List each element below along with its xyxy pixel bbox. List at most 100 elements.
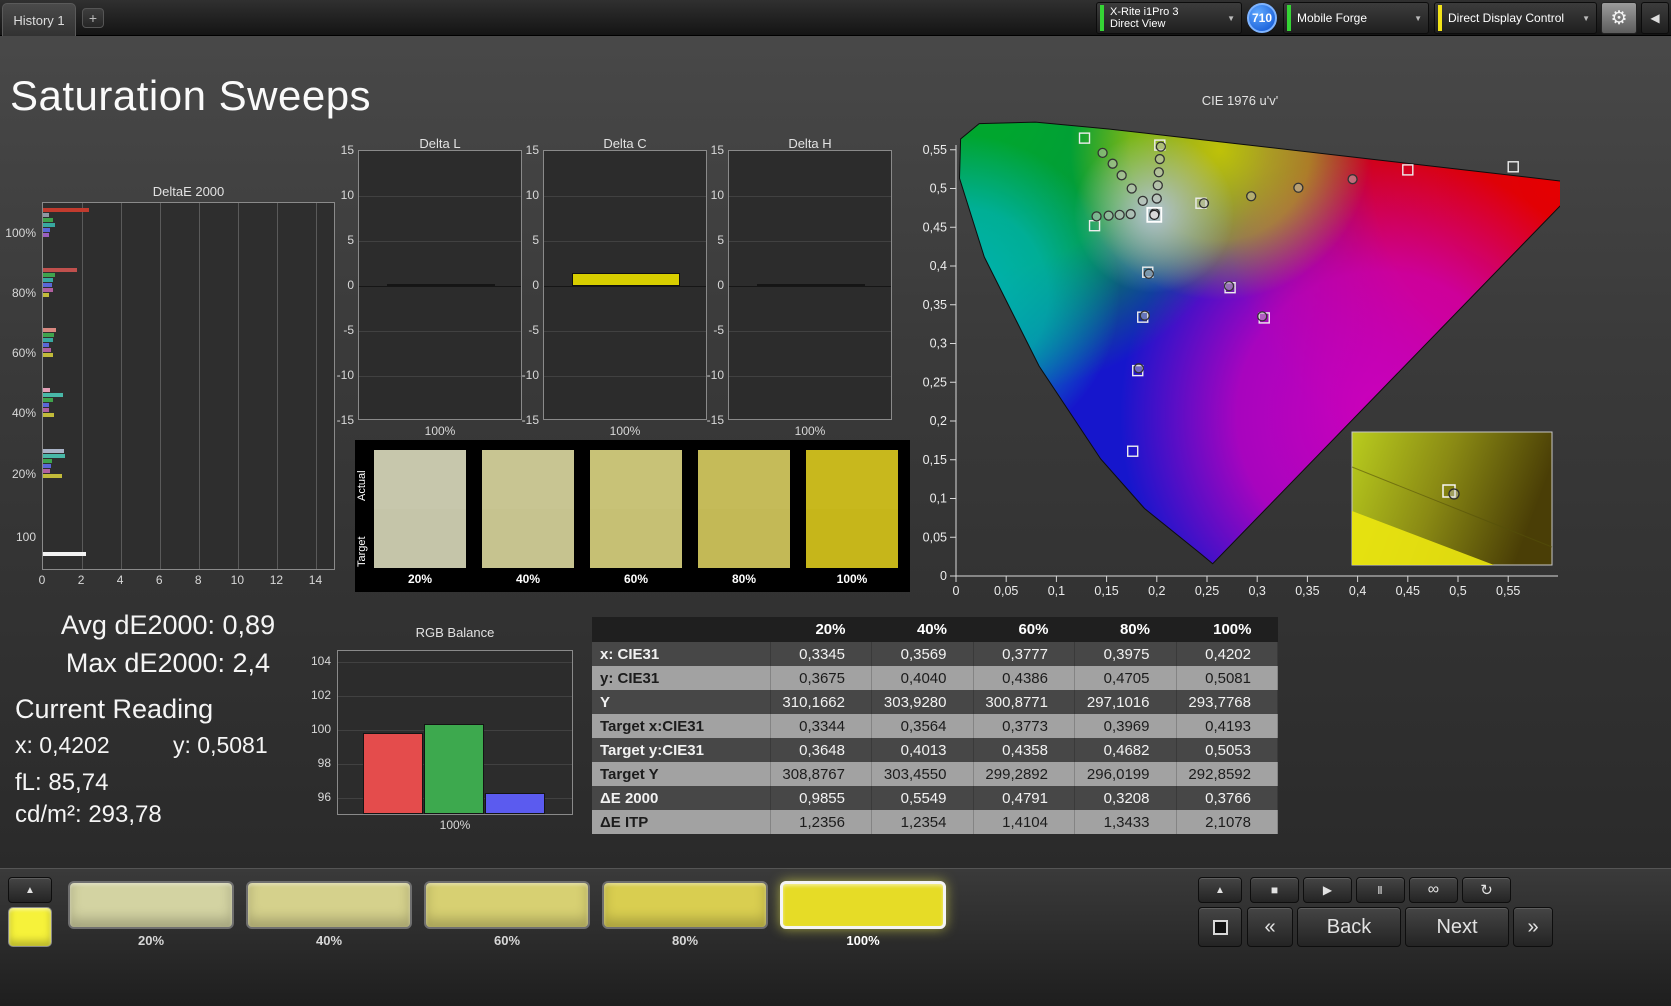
table-row: ΔE 2000 0,9855 0,5549 0,4791 0,3208 0,3766 — [592, 786, 1278, 810]
source-status-indicator — [1287, 5, 1291, 31]
svg-text:0,5: 0,5 — [930, 182, 947, 196]
de-bar — [43, 408, 49, 412]
collapse-panel-button[interactable]: ◀ — [1641, 2, 1669, 34]
de-bar — [43, 393, 63, 397]
pattern-level-100%-button[interactable] — [780, 881, 946, 929]
row-label: ΔE ITP — [592, 810, 771, 834]
current-reading-heading: Current Reading — [15, 694, 214, 724]
avg-de2000: Avg dE2000: 0,89 — [60, 610, 276, 640]
measured-circle — [1246, 191, 1257, 202]
measured-circle — [1155, 141, 1166, 152]
de-bar — [43, 398, 53, 402]
meter-count-badge[interactable]: 710 — [1247, 3, 1277, 33]
svg-text:0,25: 0,25 — [923, 375, 947, 389]
bottom-control-bar: ▲ 20% 40% 60% 80% 100% ▲ ■ ▶ Ⅱ ∞ ↻ « Back — [0, 868, 1671, 1006]
measured-circle — [1103, 210, 1114, 221]
svg-text:0,45: 0,45 — [923, 220, 947, 234]
row-label: Y — [592, 690, 771, 714]
display-control-dropdown[interactable]: Direct Display Control ▼ — [1434, 2, 1597, 34]
pattern-level-80%-button[interactable] — [602, 881, 768, 929]
chart-title: Delta L — [419, 136, 461, 151]
refresh-button[interactable]: ↻ — [1462, 877, 1511, 903]
rgb-bar-red — [363, 733, 423, 814]
next-button[interactable]: Next — [1405, 907, 1509, 947]
double-chevron-right-icon: » — [1527, 915, 1539, 938]
table-cell: 299,2892 — [973, 762, 1075, 786]
svg-text:0,05: 0,05 — [994, 584, 1018, 598]
table-cell: 0,5549 — [871, 786, 974, 810]
swatch-100% — [806, 450, 898, 568]
measured-circle — [1126, 183, 1137, 194]
swatch-20% — [374, 450, 466, 568]
svg-text:0,15: 0,15 — [923, 453, 947, 467]
delta-l-chart: Delta L 15 10 5 0 -5 -10 -15 100% — [337, 136, 522, 438]
measured-circle — [1143, 268, 1154, 279]
svg-text:0,4: 0,4 — [1349, 584, 1366, 598]
deltae2000-y-axis: 100% 80% 60% 40% 20% 100 — [5, 226, 36, 544]
x-axis-label: 100% — [794, 424, 826, 438]
stop-button[interactable]: ■ — [1250, 877, 1299, 903]
de-bar — [43, 273, 55, 277]
pattern-window-button[interactable] — [1198, 907, 1242, 947]
measured-circle — [1347, 174, 1358, 185]
window-icon — [1212, 919, 1228, 935]
meter-mode: Direct View — [1110, 18, 1166, 30]
table-cell: 0,3648 — [770, 738, 872, 762]
pattern-level-40%-button[interactable] — [246, 881, 412, 929]
table-cell: 303,9280 — [871, 690, 974, 714]
row-label: y: CIE31 — [592, 666, 771, 690]
de-bar — [43, 208, 89, 212]
up-arrow-icon: ▲ — [1215, 884, 1225, 896]
table-cell: 0,4040 — [871, 666, 974, 690]
last-page-button[interactable]: » — [1513, 907, 1553, 947]
play-button[interactable]: ▶ — [1303, 877, 1352, 903]
chevron-down-icon: ▼ — [1227, 13, 1235, 23]
meter-controls-up-button[interactable]: ▲ — [1198, 877, 1242, 903]
swatch-80% — [698, 450, 790, 568]
meter-labels: X-Rite i1Pro 3 Direct View — [1110, 6, 1221, 30]
continuous-measure-button[interactable]: ∞ — [1409, 877, 1458, 903]
table-cell: 0,3766 — [1176, 786, 1278, 810]
back-button[interactable]: Back — [1297, 907, 1401, 947]
swatch-60% — [590, 450, 682, 568]
rgb-bar-green — [424, 724, 484, 814]
table-cell: 308,8767 — [770, 762, 872, 786]
settings-button[interactable]: ⚙ — [1601, 2, 1637, 34]
plot-area — [358, 150, 522, 420]
svg-text:0,35: 0,35 — [1295, 584, 1319, 598]
first-page-button[interactable]: « — [1247, 907, 1293, 947]
inset-measured-circle — [1448, 488, 1460, 500]
chart-title: Delta C — [603, 136, 647, 151]
svg-text:0,55: 0,55 — [1496, 584, 1520, 598]
rgb-balance-chart — [337, 650, 573, 815]
svg-text:0,25: 0,25 — [1195, 584, 1219, 598]
current-fl: fL: 85,74 — [15, 769, 109, 796]
swatch-actual — [590, 450, 682, 509]
table-cell: 0,3345 — [770, 642, 872, 666]
svg-text:0,05: 0,05 — [923, 530, 947, 544]
measured-circle — [1125, 208, 1136, 220]
play-icon: ▶ — [1322, 883, 1333, 897]
de-bar — [43, 353, 53, 357]
measured-circle — [1097, 147, 1108, 158]
source-dropdown[interactable]: Mobile Forge ▼ — [1283, 2, 1429, 34]
de-bar — [43, 338, 53, 342]
pause-button[interactable]: Ⅱ — [1356, 877, 1405, 903]
table-cell: 303,4550 — [871, 762, 974, 786]
pattern-level-60%-button[interactable] — [424, 881, 590, 929]
measured-circle — [1107, 158, 1118, 169]
infinity-icon: ∞ — [1427, 881, 1440, 898]
swatch-40% — [482, 450, 574, 568]
tab-history-1[interactable]: History 1 — [2, 3, 76, 36]
pattern-level-20%-button[interactable] — [68, 881, 234, 929]
add-tab-button[interactable]: + — [82, 8, 104, 28]
cie-1976-diagram: 00 0,05 0,05 0,1 0,1 0,15 0,15 0,2 0,2 0,25 0,25 0,… — [923, 121, 1560, 598]
refresh-icon: ↻ — [1480, 882, 1493, 899]
swatch-target — [590, 509, 682, 568]
delta-bar — [572, 272, 680, 286]
measured-circle — [1293, 182, 1304, 193]
pattern-level-label: 40% — [315, 933, 343, 948]
meter-dropdown[interactable]: X-Rite i1Pro 3 Direct View ▼ — [1096, 2, 1242, 34]
table-cell: 296,0199 — [1074, 762, 1177, 786]
actual-target-swatch-panel: Actual Target 20% 40% 60% 80% 100% — [355, 440, 910, 592]
